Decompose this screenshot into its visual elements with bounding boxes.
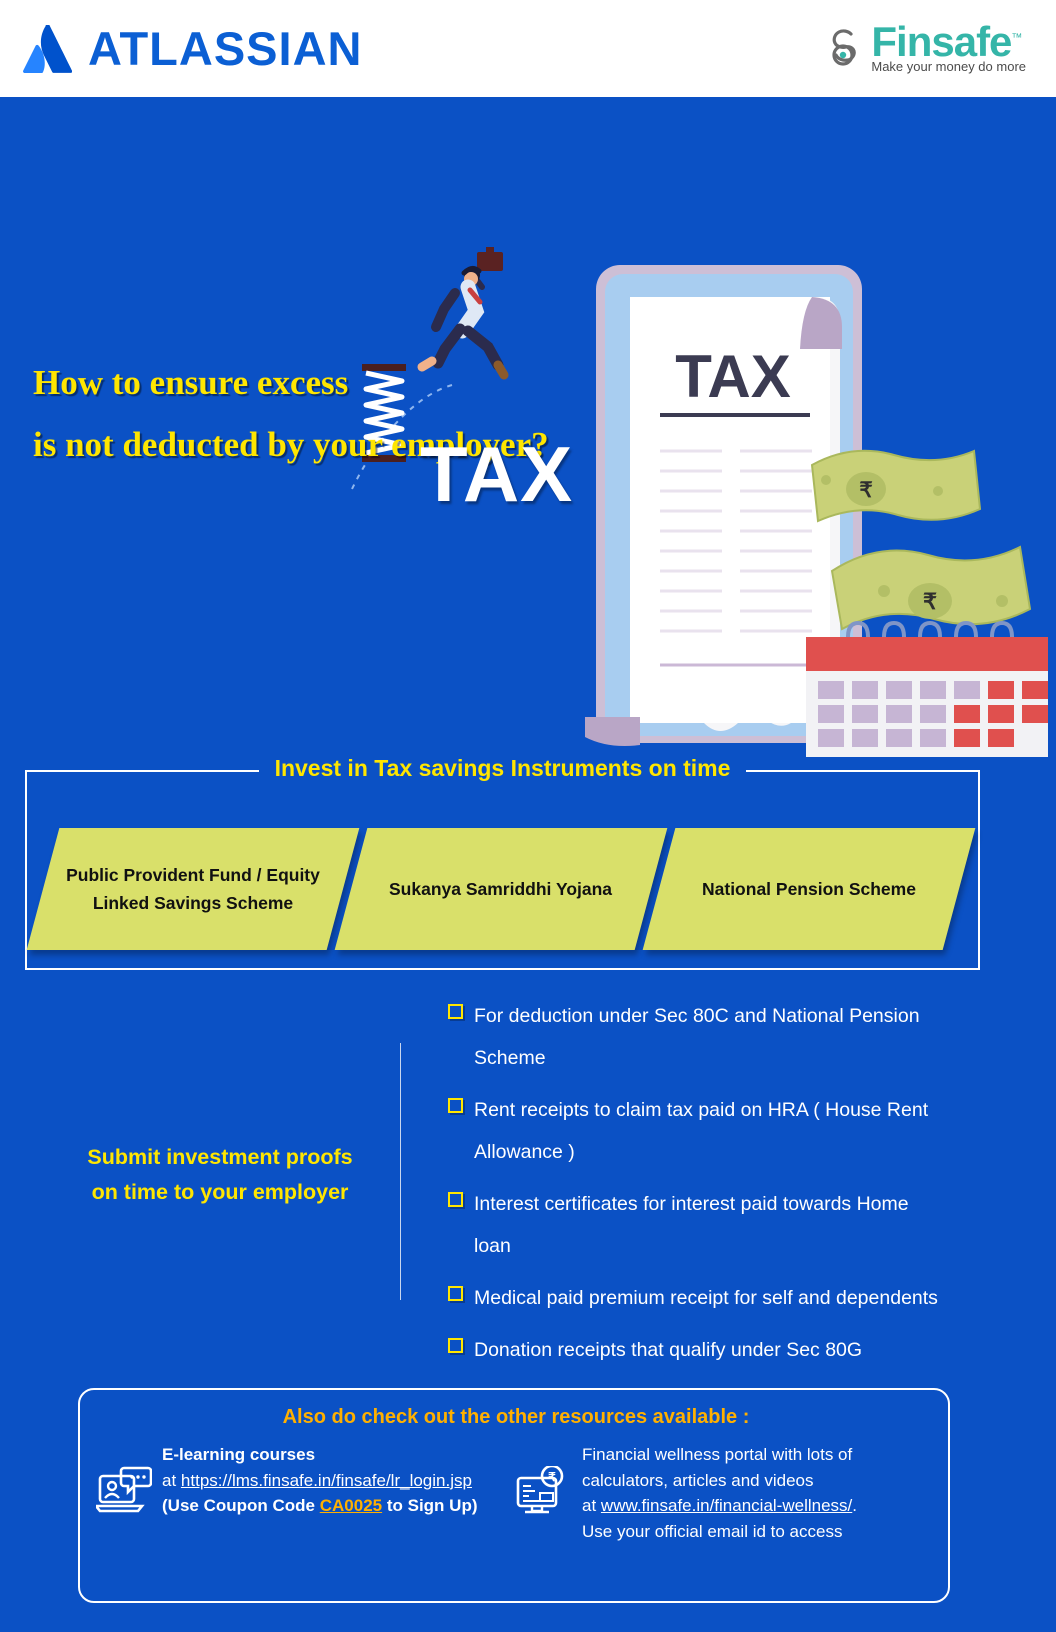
finsafe-text-block: Finsafe™ Make your money do more xyxy=(871,21,1026,75)
list-item: Donation receipts that qualify under Sec… xyxy=(448,1329,948,1371)
resources-panel: Also do check out the other resources av… xyxy=(78,1388,950,1603)
finsafe-logo: Finsafe™ Make your money do more xyxy=(821,21,1026,75)
proofs-label: Submit investment proofs on time to your… xyxy=(50,1140,390,1210)
headline-line-1: How to ensure excess xyxy=(33,363,349,402)
proofs-label-line-1: Submit investment proofs xyxy=(87,1145,353,1169)
finsafe-wordmark: Finsafe™ xyxy=(871,21,1026,63)
checkbox-icon xyxy=(448,1286,463,1301)
wellness-line-2: calculators, articles and videos xyxy=(582,1470,814,1490)
list-item: For deduction under Sec 80C and National… xyxy=(448,995,948,1079)
svg-text:₹: ₹ xyxy=(859,479,872,502)
checkbox-icon xyxy=(448,1192,463,1207)
invest-cards: Public Provident Fund / Equity Linked Sa… xyxy=(25,828,980,953)
trademark-symbol: ™ xyxy=(1011,32,1022,45)
link-period: . xyxy=(852,1496,857,1515)
finsafe-tagline: Make your money do more xyxy=(871,59,1026,75)
header-bar: ATLASSIAN Finsafe™ Make your money do mo… xyxy=(0,0,1056,97)
svg-text:TAX: TAX xyxy=(675,343,791,410)
svg-text:₹: ₹ xyxy=(923,589,937,614)
wellness-link[interactable]: www.finsafe.in/financial-wellness/ xyxy=(601,1496,852,1515)
elearning-text: E-learning courses at https://lms.finsaf… xyxy=(162,1442,478,1544)
list-item-label: For deduction under Sec 80C and National… xyxy=(474,1005,920,1069)
atlassian-mark-icon xyxy=(23,24,72,73)
checkbox-icon xyxy=(448,1004,463,1019)
at-label: at xyxy=(162,1470,177,1490)
proofs-section: Submit investment proofs on time to your… xyxy=(0,985,1056,1380)
svg-text:₹: ₹ xyxy=(548,1470,556,1484)
elearning-link-line: at https://lms.finsafe.in/finsafe/lr_log… xyxy=(162,1468,478,1494)
wellness-line-4: Use your official email id to access xyxy=(582,1521,843,1541)
wellness-portal-icon: ₹ xyxy=(516,1442,572,1544)
coupon-suffix: to Sign Up) xyxy=(386,1496,478,1515)
banknote-icon-2: ₹ xyxy=(830,545,1032,631)
list-item-label: Rent receipts to claim tax paid on HRA (… xyxy=(474,1099,929,1163)
list-item-label: Medical paid premium receipt for self an… xyxy=(474,1287,938,1309)
at-label: at xyxy=(582,1496,597,1515)
resources-columns: E-learning courses at https://lms.finsaf… xyxy=(80,1442,952,1544)
invest-card[interactable]: National Pension Scheme xyxy=(642,828,976,950)
coupon-prefix: (Use Coupon Code xyxy=(162,1496,315,1515)
proofs-divider xyxy=(400,1043,401,1300)
atlassian-logo: ATLASSIAN xyxy=(22,22,363,75)
wellness-text: Financial wellness portal with lots of c… xyxy=(582,1442,857,1544)
list-item: Medical paid premium receipt for self an… xyxy=(448,1277,948,1319)
hero-section: TAX ₹ ₹ How to ensure excess is not dedu… xyxy=(0,97,1056,757)
elearning-icon xyxy=(96,1442,152,1544)
resource-elearning: E-learning courses at https://lms.finsaf… xyxy=(80,1442,510,1544)
elearning-link[interactable]: https://lms.finsafe.in/finsafe/lr_login.… xyxy=(181,1471,472,1490)
proofs-label-line-2: on time to your employer xyxy=(91,1180,349,1204)
list-item: Interest certificates for interest paid … xyxy=(448,1183,948,1267)
invest-card-label: Public Provident Fund / Equity Linked Sa… xyxy=(66,865,320,913)
list-item: Rent receipts to claim tax paid on HRA (… xyxy=(448,1089,948,1173)
proofs-list: For deduction under Sec 80C and National… xyxy=(448,995,948,1381)
banknote-icon-1: ₹ xyxy=(810,449,982,523)
checkbox-icon xyxy=(448,1098,463,1113)
atlassian-wordmark: ATLASSIAN xyxy=(88,22,363,75)
checkbox-icon xyxy=(448,1338,463,1353)
coupon-line: (Use Coupon Code CA0025 to Sign Up) xyxy=(162,1493,478,1519)
list-item-label: Interest certificates for interest paid … xyxy=(474,1193,909,1257)
resource-wellness: ₹ Financial wellness portal with lots of… xyxy=(510,1442,952,1544)
invest-card-label: National Pension Scheme xyxy=(702,879,916,899)
calendar-icon xyxy=(806,620,1048,757)
elearning-heading: E-learning courses xyxy=(162,1445,316,1464)
infographic-page: ATLASSIAN Finsafe™ Make your money do mo… xyxy=(0,0,1056,1632)
finsafe-spiral-icon xyxy=(832,28,857,66)
invest-card[interactable]: Sukanya Samriddhi Yojana xyxy=(334,828,668,950)
invest-card[interactable]: Public Provident Fund / Equity Linked Sa… xyxy=(26,828,360,950)
wellness-link-line: at www.finsafe.in/financial-wellness/. xyxy=(582,1493,857,1519)
wellness-line-1: Financial wellness portal with lots of xyxy=(582,1445,853,1464)
invest-card-label: Sukanya Samriddhi Yojana xyxy=(389,879,613,899)
resources-title: Also do check out the other resources av… xyxy=(282,1406,750,1428)
list-item-label: Donation receipts that qualify under Sec… xyxy=(474,1339,863,1361)
tax-word-graphic: TAX xyxy=(420,430,574,518)
coupon-code[interactable]: CA0025 xyxy=(320,1496,382,1515)
